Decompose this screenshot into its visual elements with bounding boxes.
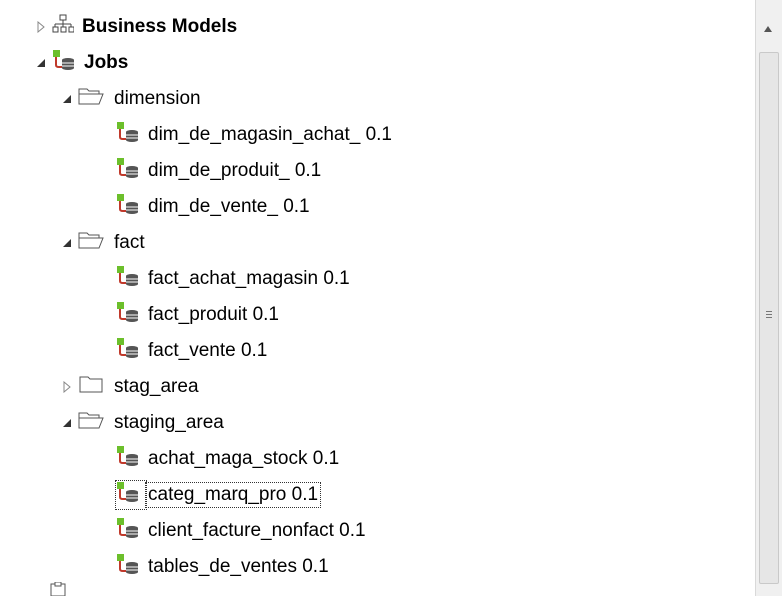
folder-closed-icon	[78, 374, 106, 400]
vertical-scrollbar[interactable]	[755, 0, 782, 596]
job-icon	[116, 121, 140, 149]
tree-node-job[interactable]: fact_produit 0.1	[116, 300, 281, 330]
folder-label: staging_area	[114, 412, 224, 433]
collapse-triangle-icon[interactable]	[60, 416, 74, 430]
jobs-label: Jobs	[84, 52, 129, 73]
tree-node-folder-staging-area[interactable]: staging_area	[60, 408, 226, 438]
job-icon	[116, 553, 140, 581]
expand-triangle-icon[interactable]	[34, 20, 48, 34]
job-label: achat_maga_stock 0.1	[148, 448, 340, 469]
business-models-label: Business Models	[82, 16, 238, 37]
job-icon	[52, 49, 76, 77]
grip-icon	[766, 311, 772, 320]
job-label: categ_marq_pro 0.1	[144, 482, 322, 508]
folder-open-icon	[78, 410, 106, 436]
folder-open-icon	[78, 86, 106, 112]
tree-node-job[interactable]: tables_de_ventes 0.1	[116, 552, 331, 582]
job-icon	[116, 265, 140, 293]
job-icon	[116, 337, 140, 365]
collapse-triangle-icon[interactable]	[60, 92, 74, 106]
tree-node-folder-fact[interactable]: fact	[60, 228, 147, 258]
folder-label: stag_area	[114, 376, 199, 397]
folder-open-icon	[78, 230, 106, 256]
repository-tree: Business Models Jobs dimension dim_de_ma…	[0, 0, 756, 597]
job-icon	[116, 301, 140, 329]
job-label: fact_achat_magasin 0.1	[148, 268, 350, 289]
scroll-up-arrow-icon[interactable]	[763, 20, 773, 38]
clipboard-icon	[48, 581, 70, 600]
job-icon	[116, 445, 140, 473]
job-icon	[115, 480, 147, 510]
scrollbar-thumb[interactable]	[759, 52, 779, 584]
tree-node-business-models[interactable]: Business Models	[34, 12, 239, 42]
collapse-triangle-icon[interactable]	[60, 236, 74, 250]
tree-node-folder-dimension[interactable]: dimension	[60, 84, 203, 114]
folder-label: fact	[114, 232, 145, 253]
tree-node-job[interactable]: dim_de_produit_ 0.1	[116, 156, 323, 186]
job-label: client_facture_nonfact 0.1	[148, 520, 366, 541]
job-icon	[116, 517, 140, 545]
job-label: dim_de_produit_ 0.1	[148, 160, 322, 181]
tree-node-job[interactable]: fact_achat_magasin 0.1	[116, 264, 352, 294]
job-icon	[116, 157, 140, 185]
tree-node-job[interactable]: fact_vente 0.1	[116, 336, 269, 366]
job-icon	[116, 193, 140, 221]
job-label: dim_de_magasin_achat_ 0.1	[148, 124, 393, 145]
tree-node-job[interactable]: client_facture_nonfact 0.1	[116, 516, 368, 546]
tree-node-folder-stag-area[interactable]: stag_area	[60, 372, 201, 402]
job-label: tables_de_ventes 0.1	[148, 556, 329, 577]
expand-triangle-icon[interactable]	[60, 380, 74, 394]
tree-node-jobs[interactable]: Jobs	[34, 48, 130, 78]
job-label: dim_de_vente_ 0.1	[148, 196, 310, 217]
job-label: fact_produit 0.1	[148, 304, 279, 325]
tree-node-partial[interactable]	[48, 581, 70, 601]
tree-node-job[interactable]: dim_de_magasin_achat_ 0.1	[116, 120, 394, 150]
tree-node-job[interactable]: achat_maga_stock 0.1	[116, 444, 341, 474]
job-label: fact_vente 0.1	[148, 340, 268, 361]
tree-node-job-selected[interactable]: categ_marq_pro 0.1	[115, 480, 322, 510]
hierarchy-icon	[52, 14, 75, 40]
collapse-triangle-icon[interactable]	[34, 56, 48, 70]
tree-node-job[interactable]: dim_de_vente_ 0.1	[116, 192, 312, 222]
folder-label: dimension	[114, 88, 201, 109]
